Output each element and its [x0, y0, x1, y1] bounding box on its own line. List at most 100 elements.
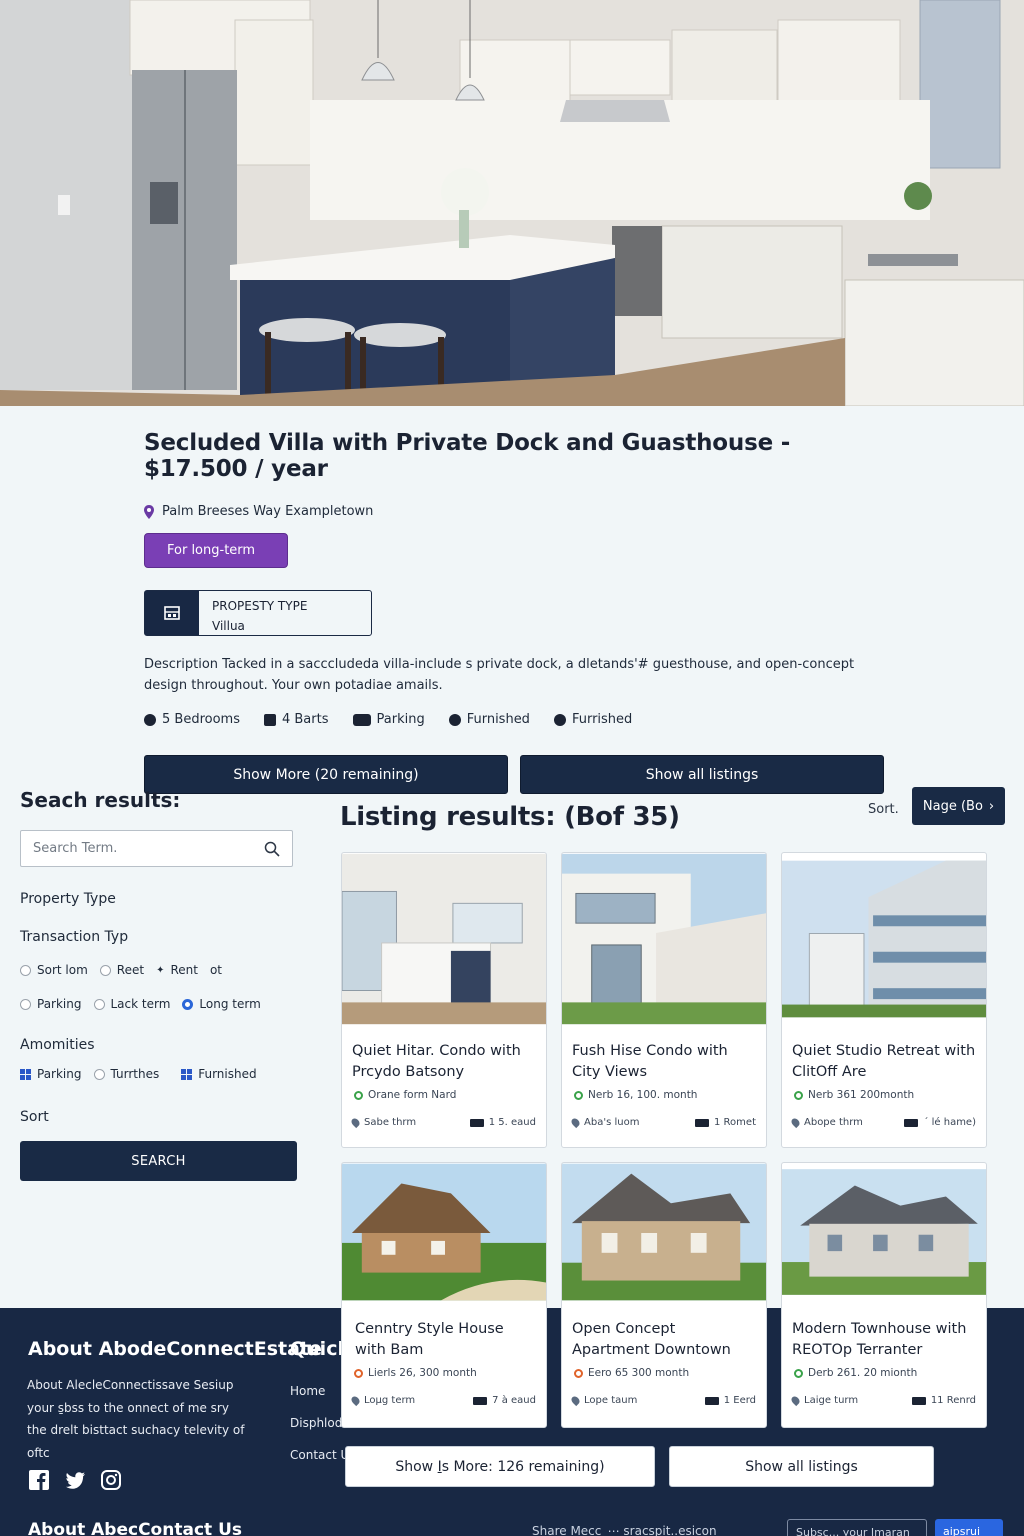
bath-icon	[263, 713, 276, 726]
radio-rent-2[interactable]: ✦ Rent	[156, 963, 198, 977]
card-title[interactable]: Cenntry Style House with Bam	[342, 1319, 546, 1361]
pin-icon: ✦	[156, 964, 165, 976]
listing-title: Secluded Villa with Private Dock and Gua…	[144, 430, 791, 482]
footer-link-contact[interactable]: Contact U	[290, 1448, 349, 1462]
feature-item: 4 Barts	[263, 712, 329, 727]
property-type-value: Villua	[212, 619, 245, 633]
listing-photo	[782, 1169, 986, 1295]
building-icon	[145, 591, 199, 635]
bed-icon	[473, 1396, 488, 1405]
card-title[interactable]: Quiet Studio Retreat with ClitOff Are	[782, 1041, 986, 1083]
location-pin-icon	[789, 1394, 802, 1407]
footer-about-title: About AbodeConnectEstate	[28, 1338, 322, 1360]
chevron-right-icon: ›	[988, 798, 995, 814]
social-icons	[28, 1469, 122, 1491]
card-price: Lierls 26, 300 month	[342, 1367, 546, 1379]
card-meta: Aba's luom 1 Romet	[562, 1116, 766, 1129]
show-more-bottom-button[interactable]: Show I̱s More: 126 remaining)	[345, 1446, 655, 1487]
checked-icon[interactable]	[181, 1068, 193, 1080]
status-dot-icon	[574, 1090, 583, 1100]
checked-icon[interactable]	[20, 1068, 31, 1080]
sofa-icon	[448, 713, 461, 726]
location-pin-icon	[349, 1394, 362, 1407]
search-placeholder: Search Term.	[33, 841, 118, 856]
listing-detail: Secluded Villa with Private Dock and Gua…	[144, 420, 884, 794]
filter-sidebar: Seach results: Search Term. Property Typ…	[20, 788, 298, 1181]
listing-photo	[342, 1163, 546, 1301]
checkbox-furnished[interactable]: Furnished	[181, 1067, 257, 1081]
checkbox-parking[interactable]: Parking	[20, 1067, 82, 1081]
footer-link-display[interactable]: Disphlod	[290, 1416, 342, 1430]
furnished-icon	[553, 713, 566, 726]
newsletter-input[interactable]: Subsc... your Imaran	[787, 1519, 927, 1536]
listing-photo	[562, 853, 766, 1025]
bed-icon	[469, 1118, 484, 1127]
location-pin-icon	[144, 504, 154, 519]
card-title[interactable]: Quiet Hitar. Condo with Prcydo Batsony	[342, 1041, 546, 1083]
radio-lack-term[interactable]: Lack term	[93, 997, 170, 1011]
listing-card[interactable]: Open Concept Apartment Downtown Eero 65 …	[561, 1162, 767, 1428]
facebook-icon[interactable]	[28, 1469, 50, 1491]
feature-item: Furnished	[448, 712, 530, 727]
amenities-filter: Amomities	[20, 1037, 95, 1053]
page-button[interactable]: Nage (Bo ›	[912, 787, 1005, 825]
feature-item: 5 Bedrooms	[144, 712, 240, 727]
radio-extra-label: ot	[209, 963, 222, 977]
listing-photo	[342, 853, 546, 1025]
subscribe-button[interactable]: aipsrui	[935, 1519, 1003, 1536]
search-icon[interactable]	[264, 841, 280, 857]
footer-link-home[interactable]: Home	[290, 1384, 325, 1398]
bed-icon	[704, 1396, 719, 1405]
listing-card[interactable]: Quiet Hitar. Condo with Prcydo Batsony O…	[341, 852, 547, 1148]
card-meta: Sabe thrm 1 5. eaud	[342, 1116, 546, 1129]
radio-short-term[interactable]: Sort lom	[20, 963, 88, 977]
checkbox-turrthes[interactable]: Turrthes	[93, 1067, 159, 1081]
instagram-icon[interactable]	[100, 1469, 122, 1491]
status-dot-icon	[574, 1368, 583, 1378]
sort-filter[interactable]: Sort	[20, 1109, 298, 1125]
bed-icon	[144, 713, 156, 726]
listing-photo	[782, 860, 986, 1018]
show-all-bottom-button[interactable]: Show all listings	[669, 1446, 934, 1487]
listing-card[interactable]: Fush Hise Condo with City Views Nerb 16,…	[561, 852, 767, 1148]
results-heading: Listing results: (Bof 35)	[340, 802, 680, 832]
sidebar-heading: Seach results:	[20, 788, 181, 812]
hero-image	[0, 0, 1024, 406]
footer-share: Share Mecc ⋯ sracspit..esicon	[532, 1524, 717, 1536]
bed-icon	[695, 1118, 710, 1127]
bed-icon	[904, 1118, 919, 1127]
twitter-icon[interactable]	[64, 1469, 86, 1491]
property-type-filter[interactable]: Property Type	[20, 891, 298, 907]
feature-item: Parking	[352, 712, 425, 727]
card-meta: Laige turm 11 Renrd	[782, 1394, 986, 1407]
radio-parking[interactable]: Parking	[20, 997, 82, 1011]
radio-rent[interactable]: Reet	[99, 963, 144, 977]
location-pin-icon	[349, 1116, 362, 1129]
location-pin-icon	[789, 1116, 802, 1129]
amenities-checkboxes: Parking Turrthes Furnished	[20, 1067, 298, 1081]
bed-icon	[911, 1396, 926, 1405]
listing-card[interactable]: Quiet Studio Retreat with ClitOff Are Ne…	[781, 852, 987, 1148]
sort-label[interactable]: Sort.	[868, 802, 899, 817]
search-input[interactable]: Search Term.	[20, 830, 293, 867]
card-price: Orane form Nard	[342, 1089, 546, 1101]
card-meta: Abope thrm ´ lé hame)	[782, 1116, 986, 1129]
location-pin-icon	[569, 1394, 582, 1407]
listing-card[interactable]: Cenntry Style House with Bam Lierls 26, …	[341, 1162, 547, 1428]
card-price: Nerb 16, 100. month	[562, 1089, 766, 1101]
card-title[interactable]: Open Concept Apartment Downtown	[562, 1319, 766, 1361]
show-all-listings-button[interactable]: Show all listings	[520, 755, 884, 794]
card-title[interactable]: Modern Townhouse with REOTOp Terranter	[782, 1319, 986, 1361]
location-pin-icon	[569, 1116, 582, 1129]
search-button[interactable]: SEARCH	[20, 1141, 297, 1181]
feature-list: 5 Bedrooms 4 Barts Parking Furnished Fur…	[144, 712, 884, 727]
card-title[interactable]: Fush Hise Condo with City Views	[562, 1041, 766, 1083]
footer-about-text: About AlecleConnectissave Sesiup your s̱…	[27, 1378, 245, 1460]
listing-card[interactable]: Modern Townhouse with REOTOp Terranter D…	[781, 1162, 987, 1428]
transaction-radios-row1: Sort lom Reet ✦ Rent ot	[20, 963, 298, 977]
transaction-type-filter: Transaction Typ	[20, 929, 129, 945]
card-price: Eero 65 300 month	[562, 1367, 766, 1379]
listing-description: Description Tacked in a sacccludeda vill…	[144, 657, 855, 693]
card-price: Nerb 361 200month	[782, 1089, 986, 1101]
radio-long-term[interactable]: Long term	[182, 997, 261, 1011]
